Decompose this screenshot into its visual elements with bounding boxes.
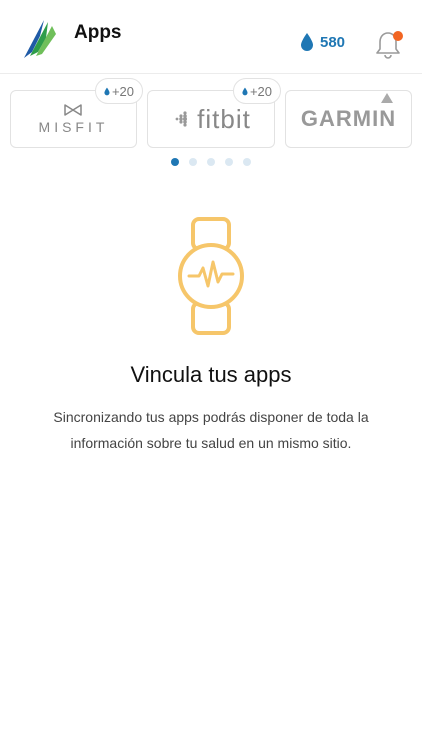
- empty-state-title: Vincula tus apps: [130, 362, 292, 387]
- app-header: Apps 580: [0, 0, 422, 74]
- apps-carousel[interactable]: MISFIT +20 fitbit +20 GARMIN: [0, 78, 422, 152]
- carousel-pager: [171, 158, 251, 166]
- pager-dot[interactable]: [207, 158, 215, 166]
- pager-dot[interactable]: [189, 158, 197, 166]
- drops-count: 580: [320, 33, 346, 51]
- notification-badge: [393, 31, 403, 41]
- reward-badge: +20: [233, 78, 281, 104]
- empty-state-description: Sincronizando tus apps podrás disponer d…: [53, 409, 369, 451]
- page-title: Apps: [74, 22, 122, 43]
- pager-dot[interactable]: [171, 158, 179, 166]
- misfit-name: MISFIT: [38, 118, 109, 135]
- fitbit-logo: fitbit: [171, 104, 251, 135]
- app-card-garmin[interactable]: GARMIN: [285, 90, 412, 148]
- garmin-logo: GARMIN: [300, 93, 397, 132]
- garmin-triangle-icon: [381, 93, 394, 103]
- mountain-logo-icon[interactable]: [22, 16, 60, 60]
- smartwatch-heartbeat-icon: [178, 217, 244, 335]
- water-drop-icon: [104, 87, 110, 95]
- fitbit-name: fitbit: [197, 103, 251, 134]
- fitbit-dots-icon: [175, 111, 188, 127]
- reward-value: +20: [249, 83, 272, 99]
- pager-dot[interactable]: [243, 158, 251, 166]
- reward-value: +20: [111, 83, 134, 99]
- misfit-mark-icon: [64, 103, 83, 116]
- reward-badge: +20: [95, 78, 143, 104]
- garmin-name: GARMIN: [300, 106, 397, 131]
- water-drop-icon: [301, 33, 313, 51]
- pager-dot[interactable]: [225, 158, 233, 166]
- drops-balance[interactable]: 580: [300, 32, 345, 52]
- misfit-logo: MISFIT: [38, 103, 109, 135]
- water-drop-icon: [242, 87, 248, 95]
